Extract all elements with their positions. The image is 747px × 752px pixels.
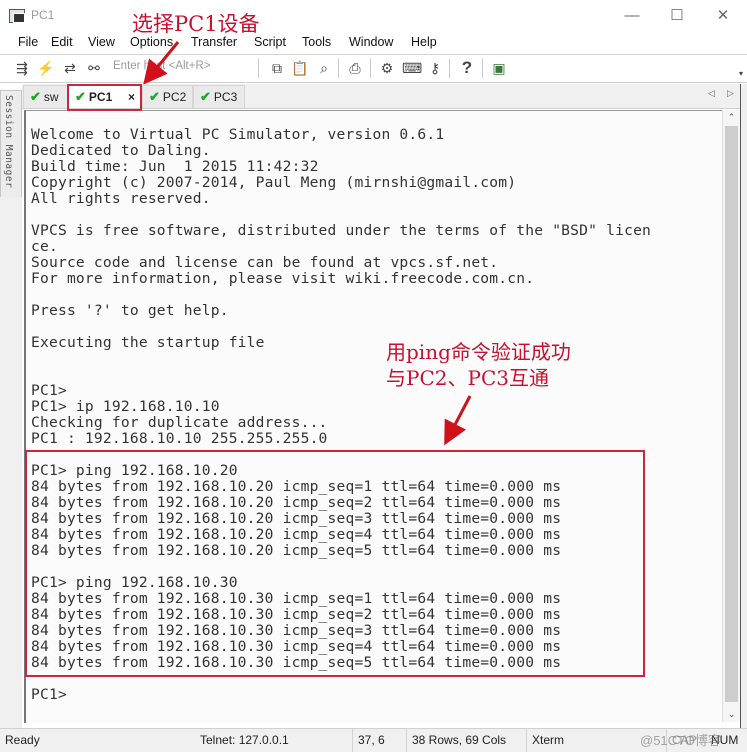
keymap-icon[interactable]: ⌨	[402, 59, 422, 77]
tab-label: PC2	[162, 90, 187, 104]
maximize-button[interactable]: ☐	[657, 4, 697, 28]
annotation-box-pc1-tab	[67, 84, 142, 111]
toolbar-overflow-icon[interactable]: ▾	[732, 65, 747, 83]
settings-icon[interactable]: ⚙	[378, 59, 396, 77]
minimize-button[interactable]: —	[612, 4, 652, 28]
menu-help[interactable]: Help	[411, 35, 437, 49]
watermark: @51CTO博客	[640, 733, 721, 748]
app-icon	[9, 9, 25, 23]
close-window-button[interactable]: ✕	[703, 4, 743, 28]
terminal-line: Welcome to Virtual PC Simulator, version…	[31, 126, 445, 143]
scroll-thumb[interactable]	[725, 126, 738, 702]
reconnect-icon[interactable]: ⇄	[61, 59, 79, 77]
terminal-line: Source code and license can be found at …	[31, 254, 499, 271]
scroll-up-icon[interactable]: ⌃	[723, 112, 740, 123]
window-border	[740, 84, 747, 728]
annotation-ping-line1: 用ping命令验证成功	[386, 340, 571, 364]
toolbar-separator	[449, 59, 450, 78]
host-input[interactable]: Enter host <Alt+R>	[113, 60, 211, 72]
paste-icon[interactable]: 📋	[291, 59, 309, 77]
vertical-scrollbar[interactable]: ⌃ ⌄	[722, 110, 740, 722]
terminal-line: Press '?' to get help.	[31, 302, 229, 319]
tab-label: sw	[43, 90, 59, 104]
menu-tools[interactable]: Tools	[302, 35, 331, 49]
annotation-box-ping-output	[25, 450, 645, 677]
status-bar: Ready Telnet: 127.0.0.1 37, 6 38 Rows, 6…	[0, 728, 747, 752]
terminal-line: PC1 : 192.168.10.10 255.255.255.0	[31, 430, 328, 447]
terminal-line: PC1>	[31, 686, 67, 703]
toolbar: ⇶ ⚡ ⇄ ⚯ Enter host <Alt+R> ⧉ 📋 ⌕ ⎙ ⚙ ⌨ ⚷…	[0, 55, 747, 83]
toolbar-separator	[258, 59, 259, 78]
connect-icon[interactable]: ⇶	[13, 59, 31, 77]
quick-connect-icon[interactable]: ⚡	[37, 59, 55, 77]
menu-view[interactable]: View	[88, 35, 115, 49]
scroll-down-icon[interactable]: ⌄	[723, 709, 740, 720]
session-manager-label: Session Manager	[3, 95, 14, 189]
terminal-line: For more information, please visit wiki.…	[31, 270, 535, 287]
terminal-line: VPCS is free software, distributed under…	[31, 222, 652, 239]
disconnect-icon[interactable]: ⚯	[85, 59, 103, 77]
toolbar-separator	[370, 59, 371, 78]
tab-pc2[interactable]: ✔ PC2	[142, 85, 193, 108]
window-title: PC1	[31, 8, 55, 22]
title-bar: PC1 — ☐ ✕	[0, 0, 747, 32]
session-manager-tab[interactable]: Session Manager	[0, 90, 22, 199]
terminal-line: Dedicated to Daling.	[31, 142, 211, 159]
status-connection: Telnet: 127.0.0.1	[200, 733, 289, 747]
tab-label: PC3	[213, 90, 238, 104]
terminal-line: ce.	[31, 238, 58, 255]
sftp-icon[interactable]: ▣	[490, 59, 508, 77]
tab-sw[interactable]: ✔ sw	[23, 85, 68, 108]
annotation-select-pc1: 选择PC1设备	[132, 12, 260, 36]
left-panel	[0, 197, 22, 728]
menu-window[interactable]: Window	[349, 35, 393, 49]
tab-prev-icon[interactable]: ◁	[708, 88, 715, 99]
terminal-line: Checking for duplicate address...	[31, 414, 328, 431]
print-icon[interactable]: ⎙	[346, 59, 364, 77]
status-cursor-position: 37, 6	[352, 729, 406, 752]
terminal-line: PC1>	[31, 382, 67, 399]
tab-next-icon[interactable]: ▷	[727, 88, 734, 99]
menu-file[interactable]: File	[18, 35, 38, 49]
toolbar-separator	[482, 59, 483, 78]
terminal-line: Build time: Jun 1 2015 11:42:32	[31, 158, 319, 175]
status-terminal-size: 38 Rows, 69 Cols	[406, 729, 526, 752]
terminal-line: All rights reserved.	[31, 190, 211, 207]
help-icon[interactable]: ?	[458, 59, 476, 77]
status-ready: Ready	[5, 733, 40, 747]
tab-pc3[interactable]: ✔ PC3	[193, 85, 245, 108]
connected-check-icon: ✔	[30, 89, 41, 104]
copy-icon[interactable]: ⧉	[268, 59, 286, 77]
find-icon[interactable]: ⌕	[315, 59, 333, 77]
connected-check-icon: ✔	[200, 89, 211, 104]
menu-bar: File Edit View Options Transfer Script T…	[0, 32, 747, 55]
connected-check-icon: ✔	[149, 89, 160, 104]
terminal-line: PC1> ip 192.168.10.10	[31, 398, 220, 415]
toolbar-separator	[338, 59, 339, 78]
key-icon[interactable]: ⚷	[426, 59, 444, 77]
terminal-line: Copyright (c) 2007-2014, Paul Meng (mirn…	[31, 174, 517, 191]
annotation-ping-line2: 与PC2、PC3互通	[386, 366, 549, 390]
menu-edit[interactable]: Edit	[51, 35, 73, 49]
